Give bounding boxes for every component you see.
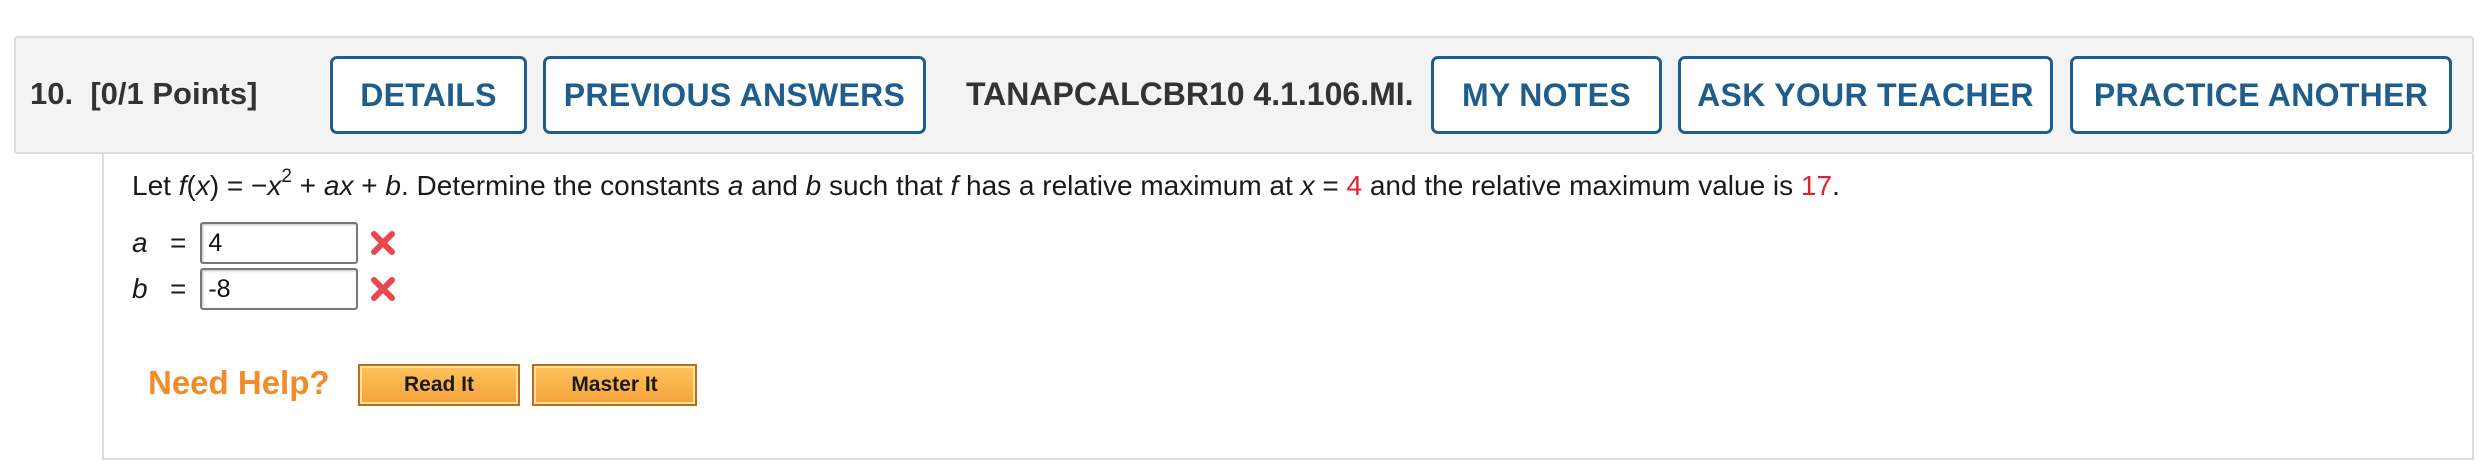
incorrect-x-icon (371, 231, 396, 255)
need-help-label: Need Help? (148, 364, 330, 401)
answer-label-a: a (132, 227, 148, 258)
question-number: 10. [0/1 Points] (30, 76, 257, 112)
answer-label-b: b (132, 273, 148, 304)
max-value-highlight: 17 (1800, 170, 1833, 201)
answer-equals-b: = (170, 273, 187, 304)
read-it-button[interactable]: Read It (358, 364, 520, 406)
practice-another-button[interactable]: PRACTICE ANOTHER (2070, 56, 2452, 134)
x-value-highlight: 4 (1346, 170, 1363, 201)
my-notes-button[interactable]: MY NOTES (1431, 56, 1662, 134)
details-button[interactable]: DETAILS (330, 56, 527, 134)
question-points: [0/1 Points] (90, 76, 258, 111)
answer-equals-a: = (170, 227, 187, 258)
answer-row-a: a = (132, 222, 398, 264)
master-it-button[interactable]: Master It (532, 364, 697, 406)
assignment-code: TANAPCALCBR10 4.1.106.MI. (966, 76, 1414, 112)
incorrect-x-icon (371, 277, 396, 301)
question-text: Let f(x) = −x2 + ax + b. Determine the c… (132, 166, 1840, 201)
answer-input-b[interactable] (200, 268, 359, 310)
question-number-label: 10. (30, 76, 74, 111)
ask-your-teacher-button[interactable]: ASK YOUR TEACHER (1678, 56, 2053, 134)
answer-row-b: b = (132, 268, 398, 310)
answer-input-a[interactable] (200, 222, 359, 264)
previous-answers-button[interactable]: PREVIOUS ANSWERS (543, 56, 926, 134)
